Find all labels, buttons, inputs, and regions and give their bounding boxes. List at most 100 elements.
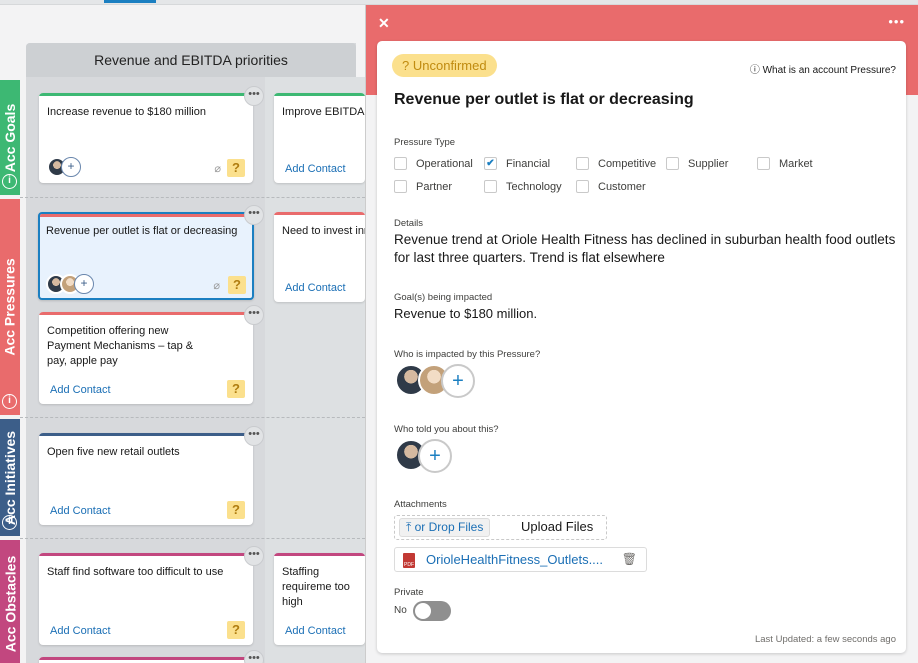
add-contact-icon[interactable]: + — [418, 439, 452, 473]
checkbox-box[interactable] — [576, 157, 589, 170]
upload-button[interactable]: ⤒ or Drop Files — [399, 518, 491, 537]
add-contact-link[interactable]: Add Contact — [285, 163, 346, 175]
card-color-bar — [39, 433, 253, 436]
pdf-icon: PDF — [403, 553, 415, 568]
close-icon[interactable]: ✕ — [378, 15, 390, 32]
checkbox-box[interactable] — [757, 157, 770, 170]
checkbox-box[interactable] — [484, 180, 497, 193]
checkbox-label: Market — [779, 157, 813, 170]
obstacle-card[interactable]: Staff find software too difficult to use… — [39, 553, 253, 645]
checkbox-market[interactable]: Market — [757, 157, 813, 170]
info-icon[interactable]: i — [2, 174, 17, 189]
pressure-card[interactable]: Competition offering new Payment Mechani… — [39, 312, 253, 404]
card-menu-button[interactable]: ••• — [244, 650, 264, 663]
checkbox-label: Customer — [598, 180, 646, 193]
attachment-link[interactable]: OrioleHealthFitness_Outlets.... — [426, 552, 603, 567]
goal-card[interactable]: Improve EBITDA t Add Contact — [274, 93, 365, 183]
help-link-label: What is an account Pressure? — [762, 65, 896, 76]
card-color-bar — [39, 312, 253, 315]
paperclip-icon[interactable]: ⌀ — [213, 279, 220, 292]
goals-label: Goal(s) being impacted — [394, 292, 493, 303]
card-title: Staffing requireme too high — [282, 566, 350, 608]
checkbox-label: Technology — [506, 180, 562, 193]
card-color-bar — [40, 214, 252, 217]
details-label: Details — [394, 218, 424, 229]
attachment-item[interactable]: PDF OrioleHealthFitness_Outlets.... 🗑 — [394, 547, 647, 572]
lane-label: Acc Goals — [2, 103, 19, 172]
lane-label: Acc Initiatives — [2, 430, 18, 525]
card-menu-button[interactable]: ••• — [244, 205, 264, 225]
lane-label: Acc Obstacles — [2, 555, 18, 653]
checkbox-supplier[interactable]: Supplier — [666, 157, 728, 170]
paperclip-icon[interactable]: ⌀ — [214, 162, 221, 175]
lane-acc-goals[interactable]: Acc Goals i — [0, 80, 20, 195]
lane-acc-initiatives[interactable]: Acc Initiatives i — [0, 419, 20, 536]
private-value: No — [394, 605, 407, 616]
trash-icon[interactable]: 🗑 — [622, 552, 637, 566]
checkbox-customer[interactable]: Customer — [576, 180, 646, 193]
unconfirmed-badge[interactable]: ? — [227, 380, 245, 398]
pressure-card[interactable]: Need to invest inr Add Contact — [274, 212, 365, 302]
info-icon[interactable]: i — [2, 515, 17, 530]
card-color-bar — [274, 212, 365, 215]
goal-card[interactable]: Increase revenue to $180 million + ⌀ ? — [39, 93, 253, 183]
add-contact-link[interactable]: Add Contact — [50, 505, 111, 517]
add-contact-icon[interactable]: + — [441, 364, 475, 398]
checkbox-box[interactable] — [666, 157, 679, 170]
lane-acc-obstacles[interactable]: Acc Obstacles — [0, 540, 20, 663]
lane-label: Acc Pressures — [2, 258, 19, 356]
private-toggle[interactable] — [413, 601, 451, 621]
check-icon[interactable]: ✔ — [484, 157, 497, 170]
checkbox-label: Partner — [416, 180, 453, 193]
card-title: Revenue per outlet is flat or decreasing — [46, 225, 238, 237]
active-tab-indicator — [104, 0, 156, 3]
checkbox-operational[interactable]: Operational — [394, 157, 473, 170]
unconfirmed-badge[interactable]: ? — [228, 276, 246, 294]
told-by-label: Who told you about this? — [394, 424, 499, 435]
checkbox-box[interactable] — [394, 157, 407, 170]
pressure-card-selected[interactable]: Revenue per outlet is flat or decreasing… — [38, 212, 254, 300]
checkbox-partner[interactable]: Partner — [394, 180, 452, 193]
checkbox-label: Supplier — [688, 157, 729, 170]
obstacle-card[interactable]: Staffing requireme too high Add Contact — [274, 553, 365, 645]
status-badge[interactable]: ? Unconfirmed — [392, 54, 497, 77]
checkbox-financial[interactable]: ✔ Financial — [484, 157, 550, 170]
card-title: Increase revenue to $180 million — [47, 106, 206, 118]
kanban-board: Revenue and EBITDA priorities Acc Goals … — [0, 5, 365, 663]
more-options-icon[interactable]: ••• — [888, 14, 905, 29]
lane-separator — [20, 197, 365, 198]
checkbox-label: Operational — [416, 157, 473, 170]
file-dropzone[interactable]: ⤒ or Drop Files Upload Files — [394, 515, 607, 540]
card-menu-button[interactable]: ••• — [244, 426, 264, 446]
initiative-card[interactable]: Open five new retail outlets Add Contact… — [39, 433, 253, 525]
add-contact-icon[interactable]: + — [61, 157, 81, 177]
pressure-detail-sheet: ? Unconfirmed ⓘ What is an account Press… — [377, 41, 906, 653]
card-menu-button[interactable]: ••• — [244, 546, 264, 566]
checkbox-technology[interactable]: Technology — [484, 180, 562, 193]
card-menu-button[interactable]: ••• — [244, 305, 264, 325]
add-contact-link[interactable]: Add Contact — [50, 625, 111, 637]
unconfirmed-badge[interactable]: ? — [227, 159, 245, 177]
column-title: Revenue and EBITDA priorities — [26, 43, 356, 77]
checkbox-label: Financial — [506, 157, 551, 170]
card-menu-button[interactable]: ••• — [244, 86, 264, 106]
toggle-knob — [415, 603, 431, 619]
unconfirmed-badge[interactable]: ? — [227, 501, 245, 519]
add-contact-link[interactable]: Add Contact — [285, 282, 346, 294]
attachments-label: Attachments — [394, 499, 447, 510]
help-link[interactable]: ⓘ What is an account Pressure? — [750, 61, 896, 76]
lane-acc-pressures[interactable]: Acc Pressures i — [0, 199, 20, 415]
add-contact-link[interactable]: Add Contact — [50, 384, 111, 396]
card-color-bar — [39, 657, 253, 660]
add-contact-link[interactable]: Add Contact — [285, 625, 346, 637]
checkbox-box[interactable] — [576, 180, 589, 193]
add-contact-icon[interactable]: + — [74, 274, 94, 294]
obstacle-card[interactable] — [39, 657, 253, 663]
details-text: Revenue trend at Oriole Health Fitness h… — [394, 232, 896, 265]
unconfirmed-badge[interactable]: ? — [227, 621, 245, 639]
checkbox-competitive[interactable]: Competitive — [576, 157, 656, 170]
checkbox-box[interactable] — [394, 180, 407, 193]
card-title: Open five new retail outlets — [47, 446, 180, 458]
told-by-contacts: + — [395, 439, 452, 473]
info-icon[interactable]: i — [2, 394, 17, 409]
